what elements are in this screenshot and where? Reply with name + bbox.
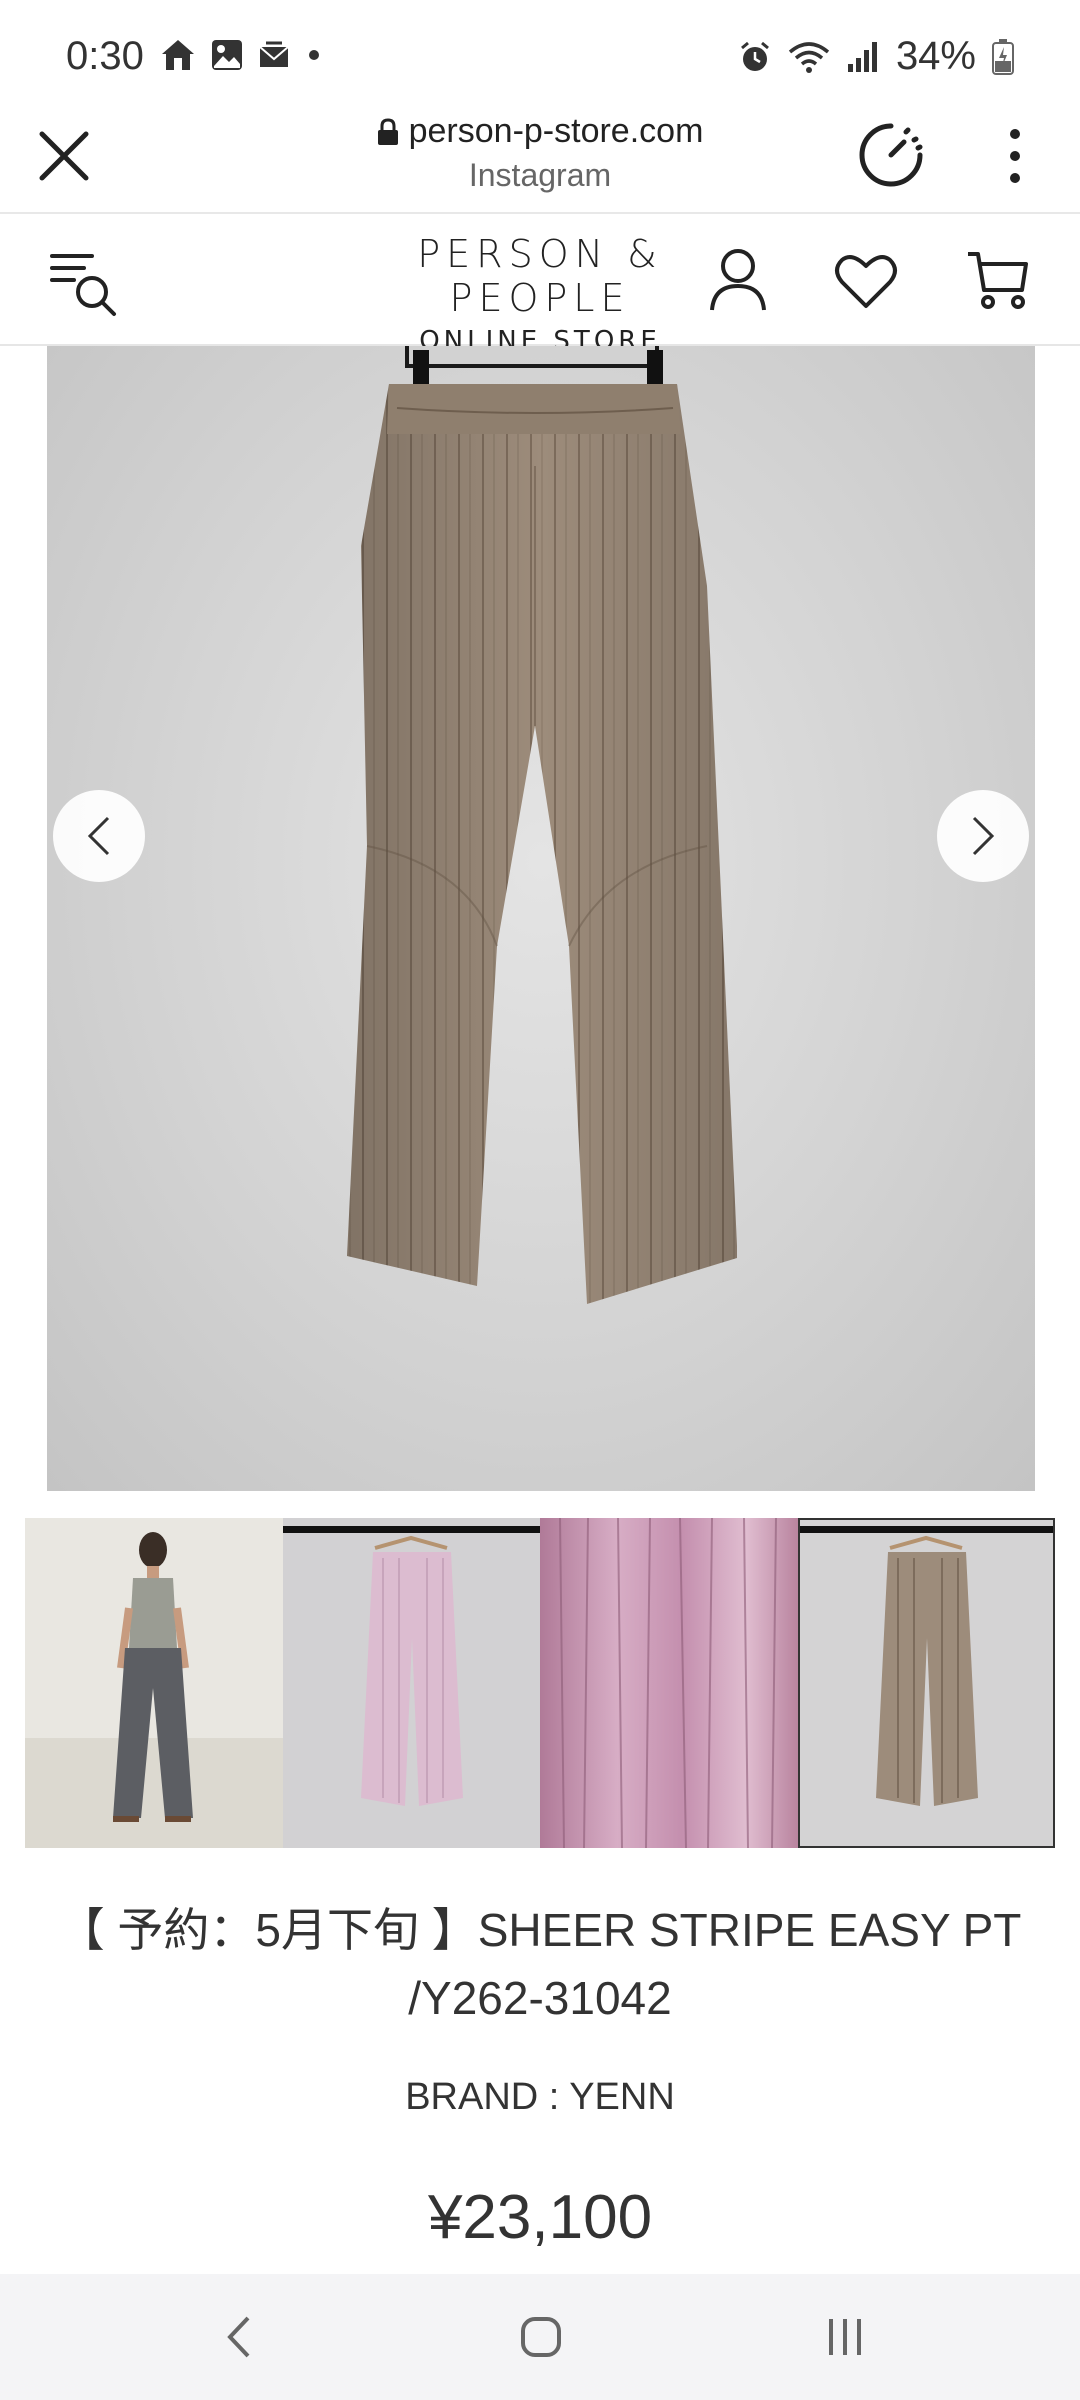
more-options-icon[interactable] — [995, 124, 1035, 188]
back-icon — [227, 2316, 250, 2358]
dot-icon — [309, 50, 319, 60]
mail-icon — [259, 41, 289, 67]
site-header: PERSON & PEOPLE ONLINE STORE — [0, 216, 1080, 356]
status-system-icons: 34% — [738, 34, 1014, 79]
home-icon — [162, 40, 194, 70]
thumbnail-strip — [25, 1518, 1055, 1848]
thumbnail-model[interactable] — [25, 1518, 283, 1848]
system-navigation-bar — [0, 2274, 1080, 2400]
url-source: Instagram — [468, 157, 612, 193]
model-photo — [25, 1518, 283, 1848]
status-notification-icons — [160, 38, 324, 72]
home-nav-icon — [521, 2317, 561, 2357]
product-brand[interactable]: BRAND : YENN — [0, 2076, 1080, 2119]
product-price: ¥23,100 — [427, 2183, 653, 2252]
browser-toolbar: person-p-store.com Instagram — [0, 110, 1080, 214]
product-title: 【 予約：5月下旬 】SHEER STRIPE EASY PT /Y262-31… — [58, 1904, 1022, 2024]
system-home-button[interactable] — [506, 2304, 576, 2370]
next-image-button[interactable] — [937, 790, 1029, 882]
pink-pants-photo — [282, 1518, 540, 1848]
close-icon — [39, 131, 89, 181]
logo-line1: PERSON & PEOPLE — [417, 232, 663, 320]
gallery-icon — [212, 40, 242, 70]
signal-icon — [847, 41, 877, 72]
address-bar[interactable]: person-p-store.com Instagram — [300, 110, 780, 194]
product-photo — [347, 346, 737, 1304]
close-button[interactable] — [32, 124, 96, 188]
heart-icon[interactable] — [834, 250, 898, 312]
status-bar: 0:30 34% — [0, 0, 1080, 110]
status-time: 0:30 — [66, 34, 144, 78]
system-recents-button[interactable] — [810, 2304, 880, 2370]
lock-icon — [377, 117, 398, 145]
battery-icon — [992, 38, 1014, 75]
product-main-image[interactable] — [47, 346, 1035, 1491]
account-icon[interactable] — [706, 246, 770, 312]
menu-search-icon[interactable] — [48, 246, 120, 318]
store-logo[interactable]: PERSON & PEOPLE ONLINE STORE — [360, 232, 720, 356]
system-back-button[interactable] — [204, 2304, 274, 2370]
thumbnail-pink-pants[interactable] — [282, 1518, 540, 1848]
previous-image-button[interactable] — [53, 790, 145, 882]
speedometer-icon[interactable] — [856, 120, 926, 190]
battery-percent: 34% — [895, 34, 976, 78]
alarm-icon — [740, 41, 769, 71]
thumbnail-pink-fabric[interactable] — [540, 1518, 798, 1848]
url-text: person-p-store.com — [408, 112, 704, 150]
beige-pants-photo — [797, 1518, 1055, 1848]
chevron-left-icon — [87, 816, 110, 856]
wifi-icon — [788, 41, 830, 73]
cart-icon[interactable] — [966, 246, 1030, 312]
chevron-right-icon — [972, 816, 995, 856]
pink-fabric-photo — [540, 1518, 798, 1848]
recents-icon — [829, 2319, 861, 2355]
thumbnail-beige-pants[interactable] — [797, 1518, 1055, 1848]
